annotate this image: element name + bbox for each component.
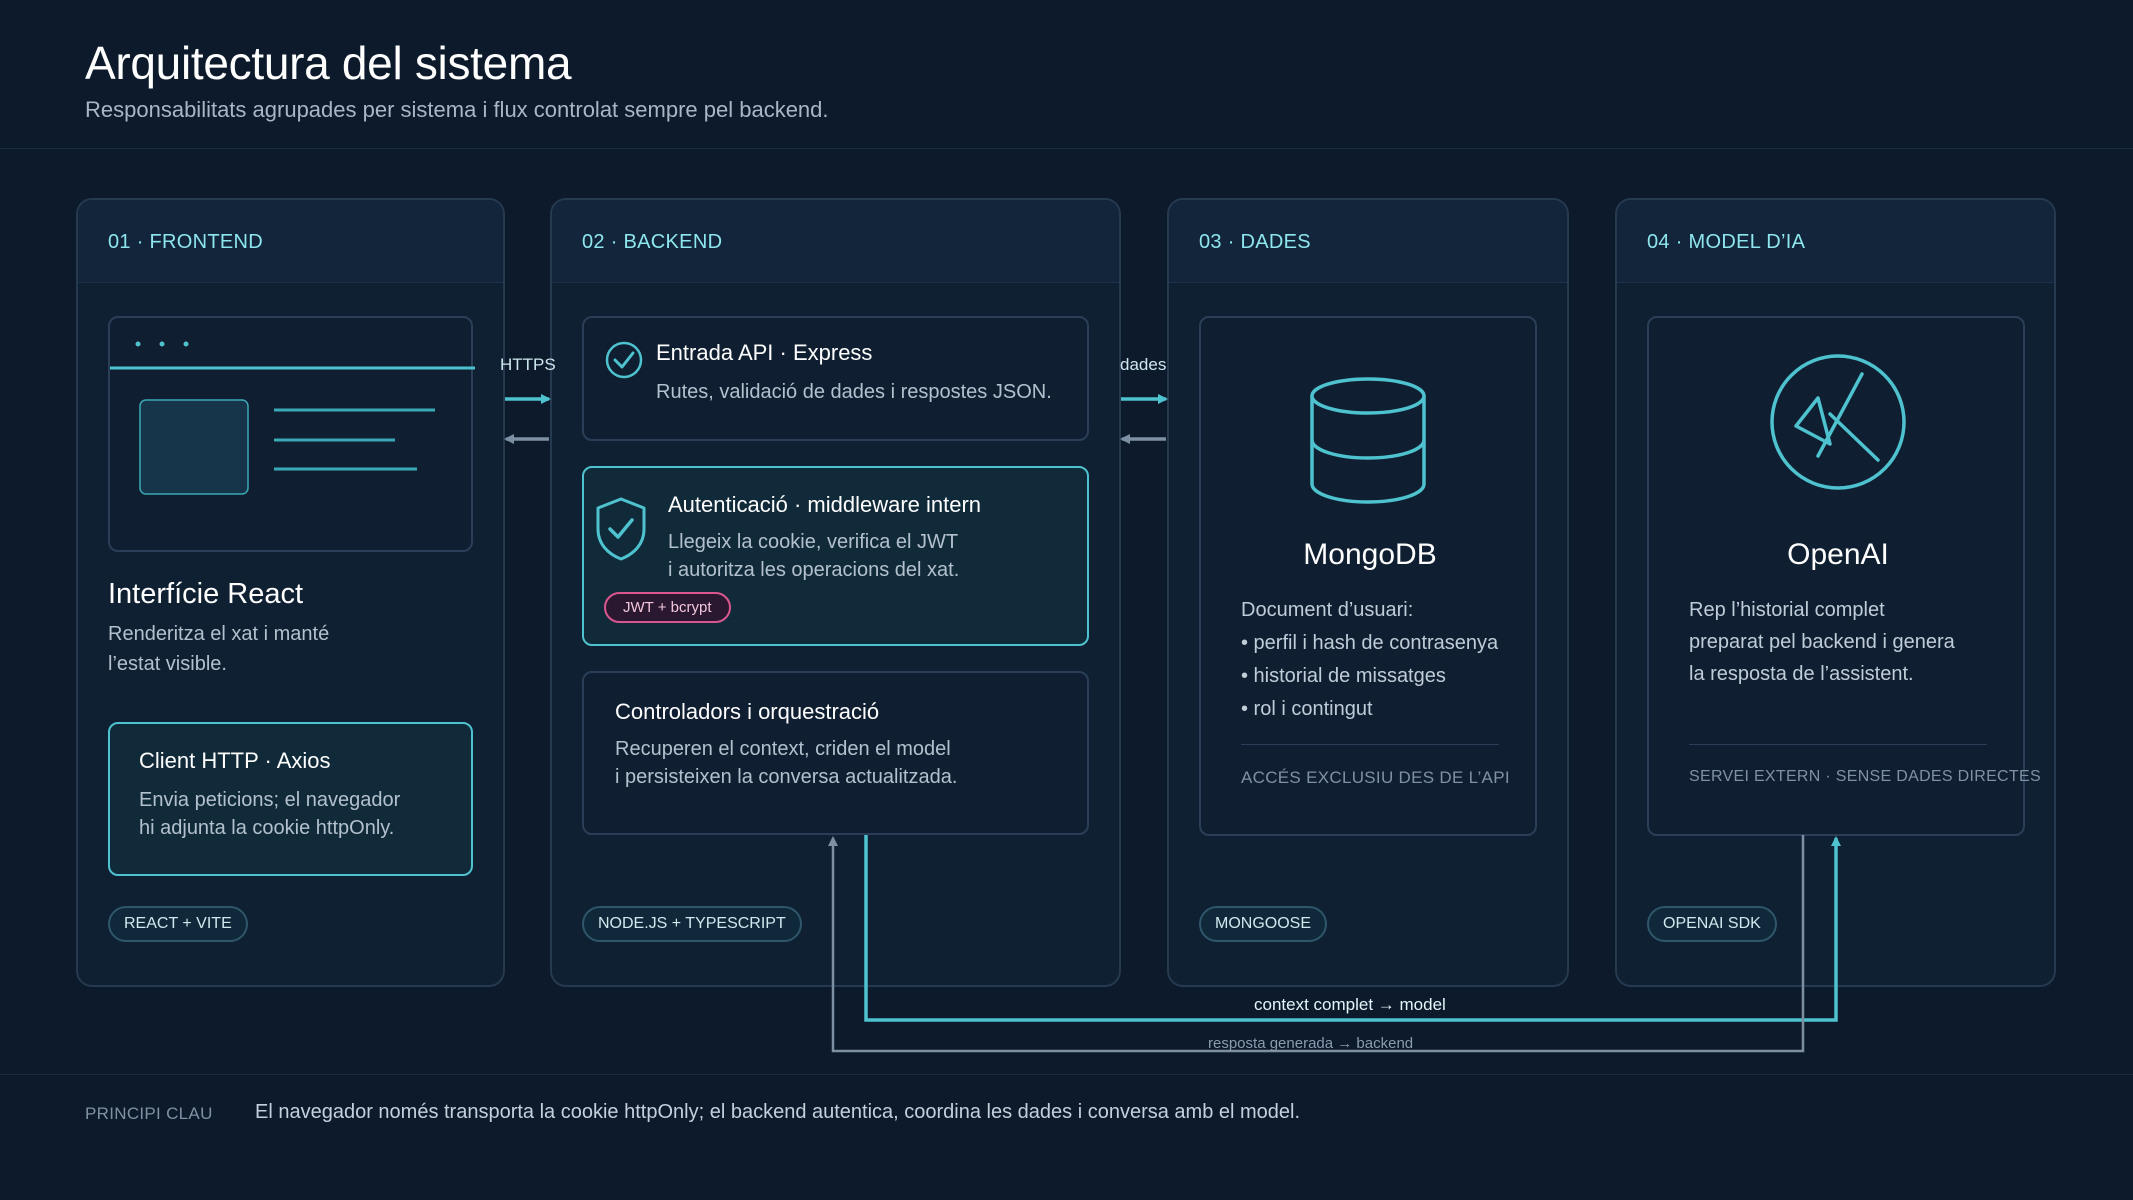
mongodb-name: MongoDB [1303,538,1437,571]
mongodb-card: MongoDB Document d’usuari: • perfil i ha… [1199,316,1537,836]
openai-desc-1: Rep l’historial complet [1689,599,1885,621]
data-access-note: ACCÉS EXCLUSIU DES DE L’API [1241,768,1510,787]
page-subtitle: Responsabilitats agrupades per sistema i… [85,97,829,122]
column-header: 03 · DADES [1169,200,1567,283]
list-item: • rol i contingut [1241,698,1373,720]
controllers-desc-2: i persisteixen la conversa actualitzada. [615,766,958,788]
model-note: SERVEI EXTERN · SENSE DADES DIRECTES [1689,768,2041,785]
controllers-card: Controladors i orquestració Recuperen el… [582,671,1089,835]
auth-middleware-card: Autenticació · middleware intern Llegeix… [582,466,1089,646]
auth-desc-2: i autoritza les operacions del xat. [668,559,960,581]
api-entry-title: Entrada API · Express [656,340,873,365]
controllers-desc-1: Recuperen el context, criden el model [615,738,951,760]
http-client-card: Client HTTP · Axios Envia peticions; el … [108,722,473,876]
auth-badge: JWT + bcrypt [604,592,731,623]
auth-title: Autenticació · middleware intern [668,492,982,517]
column-title: 01 · FRONTEND [108,231,264,253]
openai-card: OpenAI Rep l’historial complet preparat … [1647,316,2041,836]
tech-tag-frontend: REACT + VITE [108,906,248,942]
openai-desc-2: preparat pel backend i genera [1689,631,1955,653]
http-client-desc-1: Envia peticions; el navegador [139,789,401,811]
openai-logo-icon [1768,352,1908,497]
database-icon [1308,376,1428,511]
react-app-desc-2: l’estat visible. [108,653,227,675]
react-app-title: Interfície React [108,578,304,610]
connector-label-to-backend: resposta generada → backend [1208,1035,1414,1052]
auth-desc-1: Llegeix la cookie, verifica el JWT [668,531,959,553]
shield-check-icon [595,496,647,567]
list-item: • perfil i hash de contrasenya [1241,632,1499,654]
divider [1689,744,1987,745]
react-app-desc-1: Renderitza el xat i manté [108,623,330,645]
controllers-title: Controladors i orquestració [615,699,880,724]
column-header: 02 · BACKEND [552,200,1119,283]
api-entry-desc: Rutes, validació de dades i respostes JS… [656,381,1052,403]
header-divider [0,148,2133,149]
footer-text: El navegador només transporta la cookie … [255,1101,1301,1123]
tech-tag-backend: NODE.JS + TYPESCRIPT [582,906,802,942]
tech-tag-data: MONGOOSE [1199,906,1328,942]
connector-label-dades: dades [1120,355,1167,374]
column-title: 04 · MODEL D’IA [1647,231,1806,253]
footer-divider [0,1074,2133,1075]
page-title: Arquitectura del sistema [85,37,572,89]
column-title: 03 · DADES [1199,231,1311,253]
browser-window-icon [108,316,475,552]
list-item: • historial de missatges [1241,665,1446,687]
openai-name: OpenAI [1787,538,1889,571]
api-entry-card: Entrada API · Express Rutes, validació d… [582,316,1089,441]
connector-label-https: HTTPS [500,355,556,374]
divider [1241,744,1499,745]
check-circle-icon [604,340,644,385]
connector-label-to-model: context complet → model [1254,995,1446,1014]
column-header: 01 · FRONTEND [78,200,503,283]
http-client-title: Client HTTP · Axios [139,748,331,773]
column-title: 02 · BACKEND [582,231,723,253]
tech-tag-model: OPENAI SDK [1647,906,1777,942]
http-client-desc-2: hi adjunta la cookie httpOnly. [139,817,395,839]
footer-label: PRINCIPI CLAU [85,1104,213,1123]
openai-desc-3: la resposta de l’assistent. [1689,663,1914,685]
column-header: 04 · MODEL D’IA [1617,200,2054,283]
doc-label: Document d’usuari: [1241,599,1414,621]
